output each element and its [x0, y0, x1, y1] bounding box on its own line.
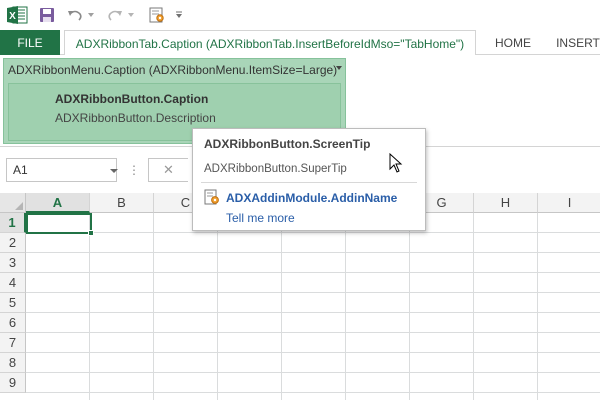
- formula-bar-menu-icon[interactable]: ⋮: [128, 161, 140, 179]
- grid-hline: [26, 252, 600, 253]
- ribbon-tabs: FILE ADXRibbonTab.Caption (ADXRibbonTab.…: [0, 30, 600, 56]
- formula-cancel-button[interactable]: ✕: [148, 158, 188, 182]
- grid-hline: [26, 292, 600, 293]
- screentip-divider: [201, 182, 417, 183]
- chevron-down-icon[interactable]: [110, 169, 118, 173]
- row-header-8[interactable]: 8: [0, 353, 26, 373]
- row-header-9[interactable]: 9: [0, 373, 26, 393]
- undo-dropdown-icon[interactable]: [86, 5, 96, 25]
- customize-qat-icon[interactable]: [174, 5, 184, 25]
- column-header-i[interactable]: I: [538, 193, 600, 213]
- undo-icon[interactable]: [66, 5, 84, 25]
- name-box[interactable]: A1: [6, 158, 118, 182]
- grid-hline: [26, 312, 600, 313]
- grid-hline: [26, 332, 600, 333]
- name-box-value: A1: [13, 163, 28, 177]
- chevron-down-icon: [336, 66, 342, 70]
- redo-icon[interactable]: [106, 5, 124, 25]
- grid-hline: [26, 232, 600, 233]
- grid-hline: [26, 392, 600, 393]
- ribbon-button-description: ADXRibbonButton.Description: [55, 111, 216, 125]
- mouse-pointer-icon: [389, 152, 403, 173]
- tab-home[interactable]: HOME: [484, 30, 542, 55]
- tell-me-more-link[interactable]: Tell me more: [226, 211, 295, 225]
- active-cell[interactable]: [26, 213, 92, 234]
- row-header-4[interactable]: 4: [0, 273, 26, 293]
- screentip-supertip: ADXRibbonButton.SuperTip: [204, 163, 347, 175]
- redo-dropdown-icon[interactable]: [126, 5, 136, 25]
- select-all-corner[interactable]: [0, 193, 26, 213]
- screentip-title: ADXRibbonButton.ScreenTip: [204, 137, 371, 151]
- row-header-1[interactable]: 1: [0, 213, 26, 233]
- row-header-2[interactable]: 2: [0, 233, 26, 253]
- ribbon-button-caption: ADXRibbonButton.Caption: [55, 92, 209, 106]
- save-icon[interactable]: [38, 5, 56, 25]
- grid-hline: [26, 372, 600, 373]
- row-header-7[interactable]: 7: [0, 333, 26, 353]
- grid-hline: [26, 272, 600, 273]
- ribbon-menu-caption: ADXRibbonMenu.Caption (ADXRibbonMenu.Ite…: [8, 63, 338, 77]
- row-header-6[interactable]: 6: [0, 313, 26, 333]
- row-header-3[interactable]: 3: [0, 253, 26, 273]
- tab-adx-custom[interactable]: ADXRibbonTab.Caption (ADXRibbonTab.Inser…: [64, 30, 476, 56]
- tab-file[interactable]: FILE: [0, 30, 60, 55]
- addin-icon: [204, 189, 220, 205]
- screentip-addin-name: ADXAddinModule.AddinName: [226, 191, 398, 205]
- close-icon: ✕: [163, 162, 174, 177]
- excel-logo-icon: X: [6, 5, 28, 25]
- column-header-h[interactable]: H: [474, 193, 538, 213]
- grid-hline: [26, 352, 600, 353]
- screentip-popup: ADXRibbonButton.ScreenTip ADXRibbonButto…: [192, 128, 426, 231]
- addin-icon[interactable]: [148, 5, 166, 25]
- fill-handle[interactable]: [88, 230, 94, 236]
- row-header-5[interactable]: 5: [0, 293, 26, 313]
- column-header-b[interactable]: B: [90, 193, 154, 213]
- select-all-triangle-icon: [15, 202, 23, 210]
- svg-text:X: X: [9, 11, 16, 22]
- quick-access-toolbar: X: [0, 0, 600, 30]
- tab-insert[interactable]: INSERT: [548, 30, 600, 55]
- column-header-a[interactable]: A: [26, 193, 90, 213]
